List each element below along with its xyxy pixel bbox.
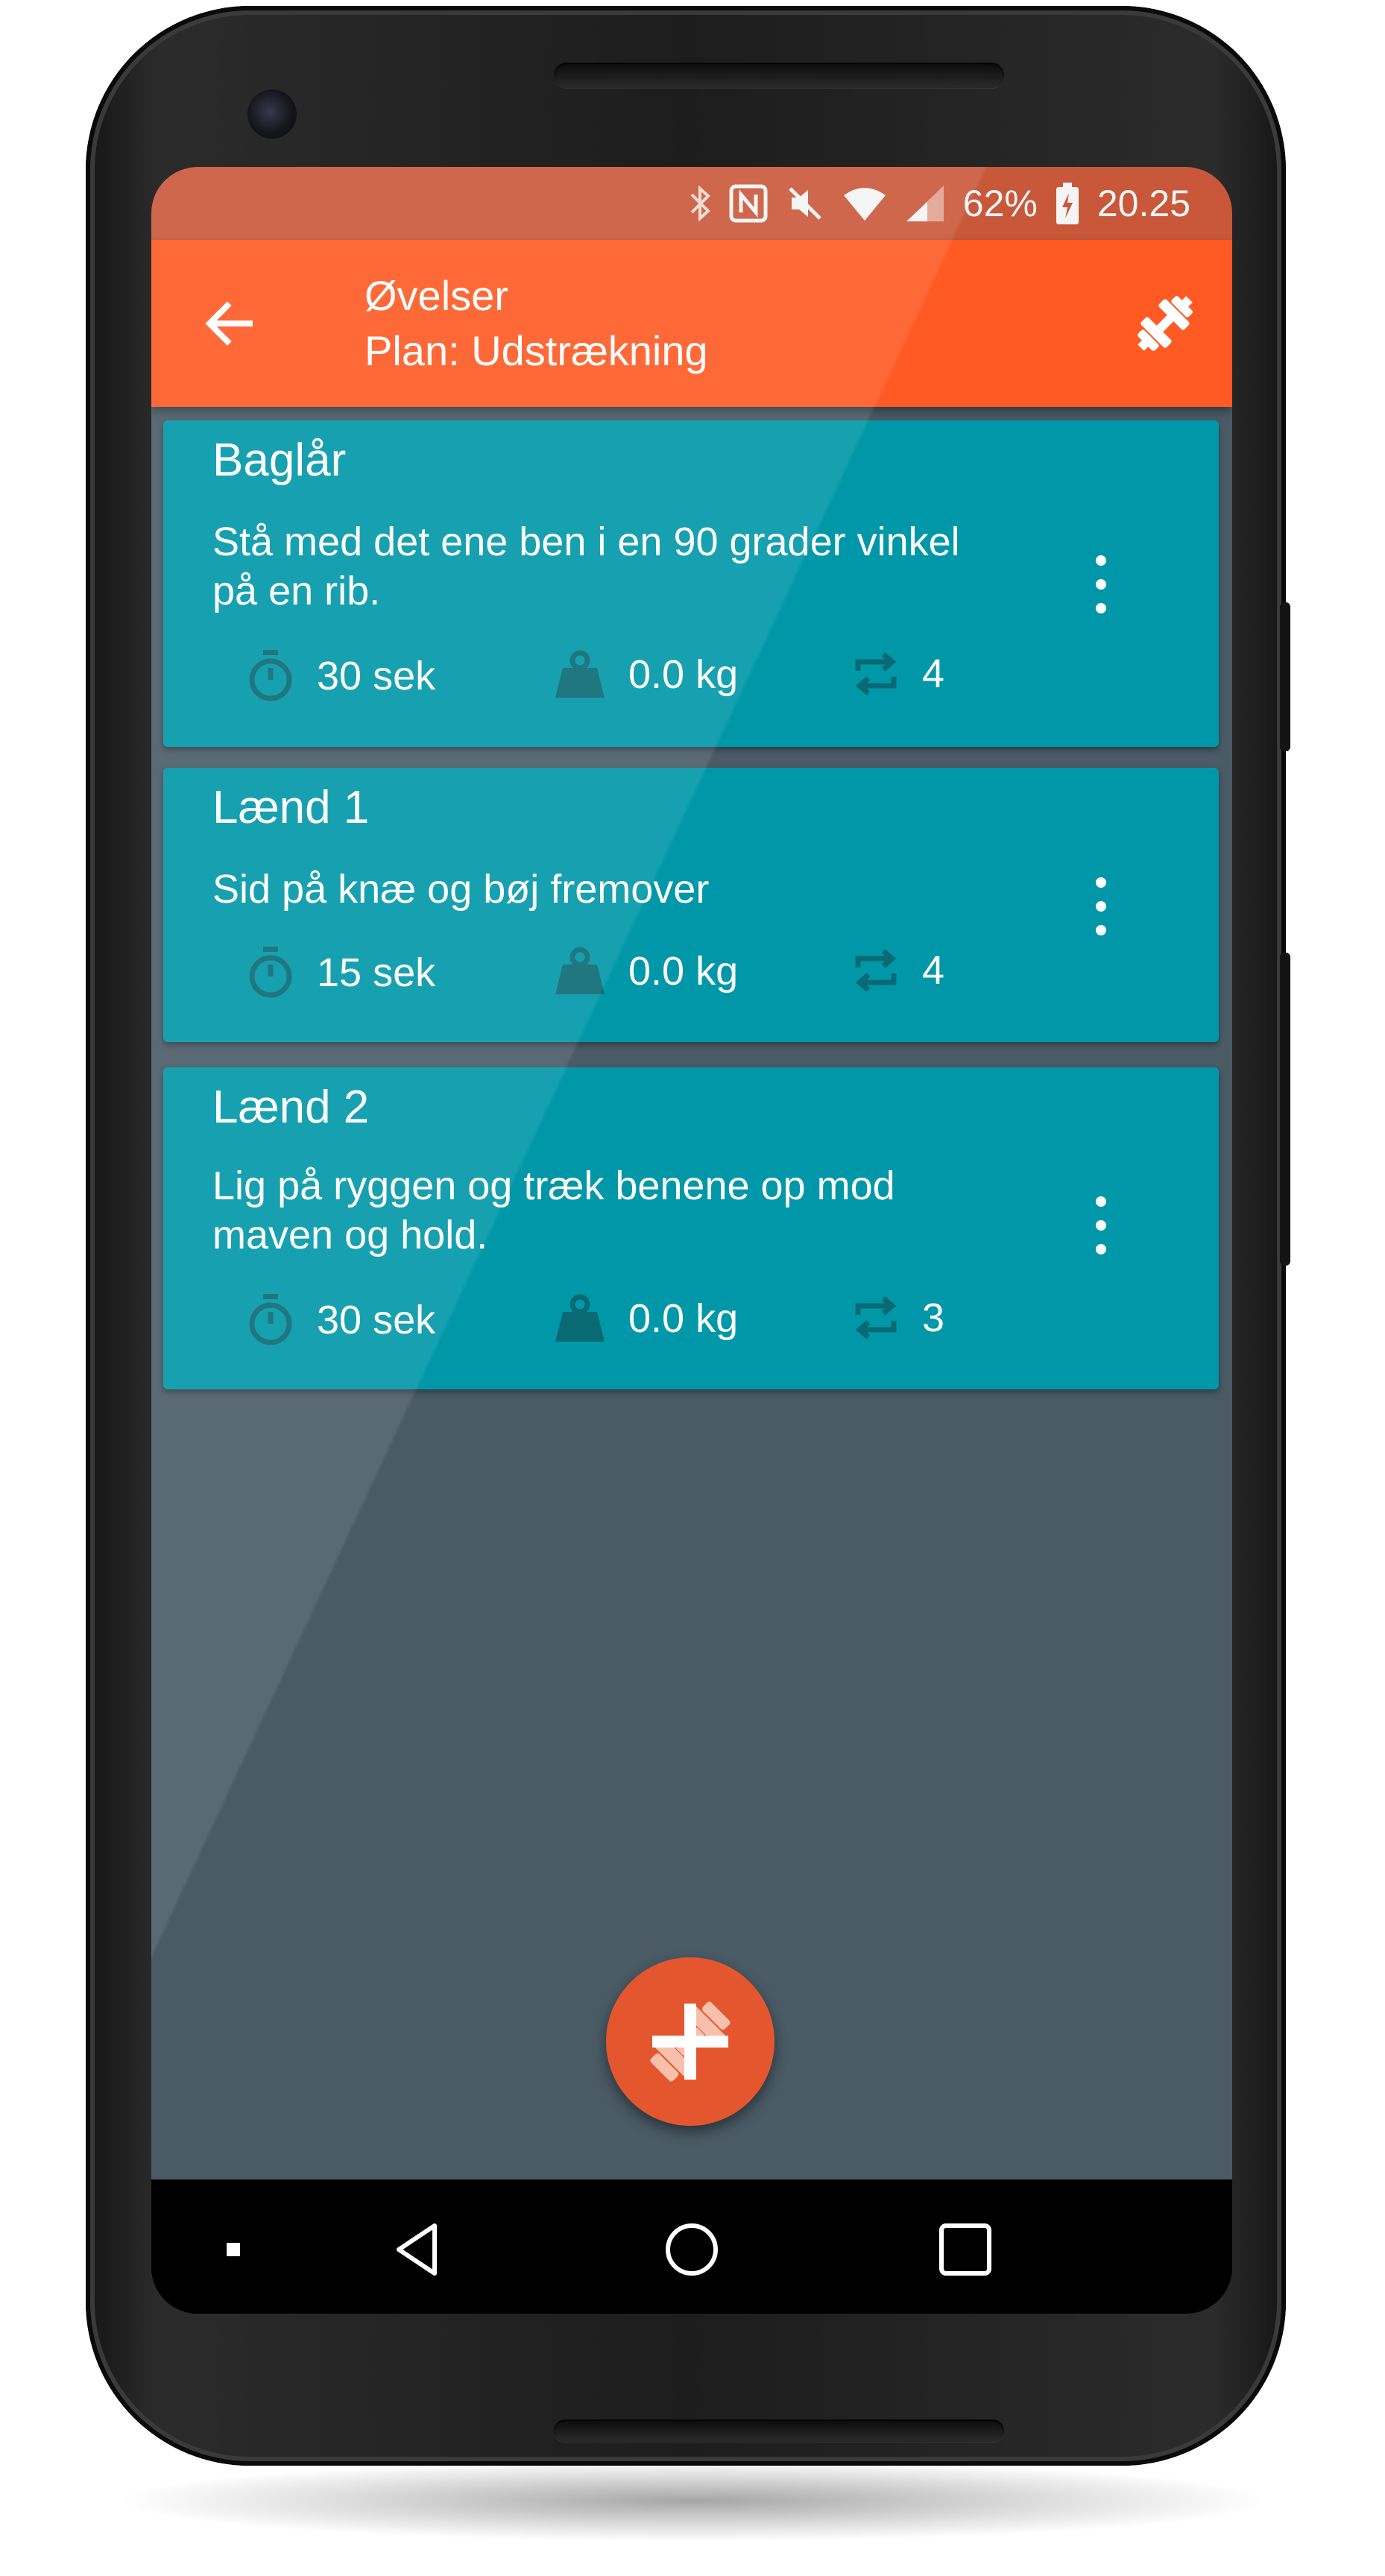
timer-icon [249,650,292,701]
repeat-icon [855,949,897,992]
screen: 62% 20.25 Øvelser Plan: Udstrækning Bagl… [151,167,1232,2314]
device-shadow [112,2460,1275,2542]
duration-value: 15 sek [317,950,436,995]
repetitions-value: 3 [922,1295,945,1340]
top-speaker [554,63,1004,88]
exercise-list: Baglår Stå med det ene ben i en 90 grade… [151,407,1232,2179]
weight-value: 0.0 kg [628,652,739,697]
repetitions-value: 4 [922,651,945,696]
more-options-icon[interactable] [1079,862,1123,951]
nfc-icon [729,184,768,223]
dumbbell-icon[interactable] [1128,286,1202,361]
home-circle-icon[interactable] [662,2220,722,2279]
recents-square-icon[interactable] [936,2220,995,2279]
duration-stat: 30 sek [247,1294,435,1346]
duration-value: 30 sek [317,654,436,698]
weight-stat: 0.0 kg [554,947,738,996]
exercise-name: Lænd 2 [212,1082,370,1133]
power-button [1280,953,1290,1266]
exercise-card[interactable]: Lænd 2 Lig på ryggen og træk benene op m… [163,1067,1219,1389]
app-bar: Øvelser Plan: Udstrækning [151,240,1232,407]
front-camera [247,89,297,139]
bluetooth-icon [690,185,710,222]
weight-icon [555,1294,605,1342]
weight-value: 0.0 kg [628,949,739,994]
page-title: Øvelser [365,272,508,319]
weight-value: 0.0 kg [628,1296,739,1341]
repetitions-stat: 4 [852,650,944,698]
dot-icon[interactable] [204,2220,263,2279]
exercise-card[interactable]: Lænd 1 Sid på knæ og bøj fremover 15 sek… [163,768,1219,1042]
back-triangle-icon[interactable] [388,2220,448,2279]
repeat-icon [855,1296,897,1339]
exercise-name: Lænd 1 [212,782,370,833]
wifi-icon [843,188,886,221]
weight-icon [555,947,605,994]
timer-icon [249,947,292,998]
battery-percent: 62% [962,183,1038,224]
exercise-description: Lig på ryggen og træk benene op mod mave… [212,1164,895,1257]
bottom-speaker [554,2419,1004,2442]
exercise-name: Baglår [212,435,347,486]
repetitions-stat: 3 [852,1294,944,1342]
duration-stat: 15 sek [247,947,435,999]
mute-icon [789,187,821,220]
repetitions-value: 4 [922,948,945,993]
page-subtitle: Plan: Udstrækning [365,327,708,374]
repetitions-stat: 4 [852,947,944,994]
system-nav-bar [151,2179,1232,2314]
timer-icon [249,1294,292,1345]
exercise-description: Stå med det ene ben i en 90 grader vinke… [212,520,960,613]
duration-stat: 30 sek [247,650,435,702]
add-exercise-icon [650,2001,731,2082]
exercise-description: Sid på knæ og bøj fremover [212,867,710,912]
battery-charging-icon [1056,183,1079,224]
more-options-icon[interactable] [1079,540,1123,629]
weight-stat: 0.0 kg [554,650,738,699]
status-icons: 62% 20.25 [689,180,1190,227]
volume-button [1280,602,1290,751]
duration-value: 30 sek [317,1298,436,1342]
clock: 20.25 [1097,183,1190,224]
weight-stat: 0.0 kg [554,1294,738,1343]
exercise-card[interactable]: Baglår Stå med det ene ben i en 90 grade… [163,420,1219,747]
more-options-icon[interactable] [1079,1181,1123,1270]
back-arrow-icon[interactable] [201,294,260,353]
add-exercise-fab[interactable] [606,1957,774,2126]
signal-icon [906,186,944,221]
status-bar: 62% 20.25 [151,167,1232,240]
weight-icon [555,650,605,698]
repeat-icon [855,652,897,695]
